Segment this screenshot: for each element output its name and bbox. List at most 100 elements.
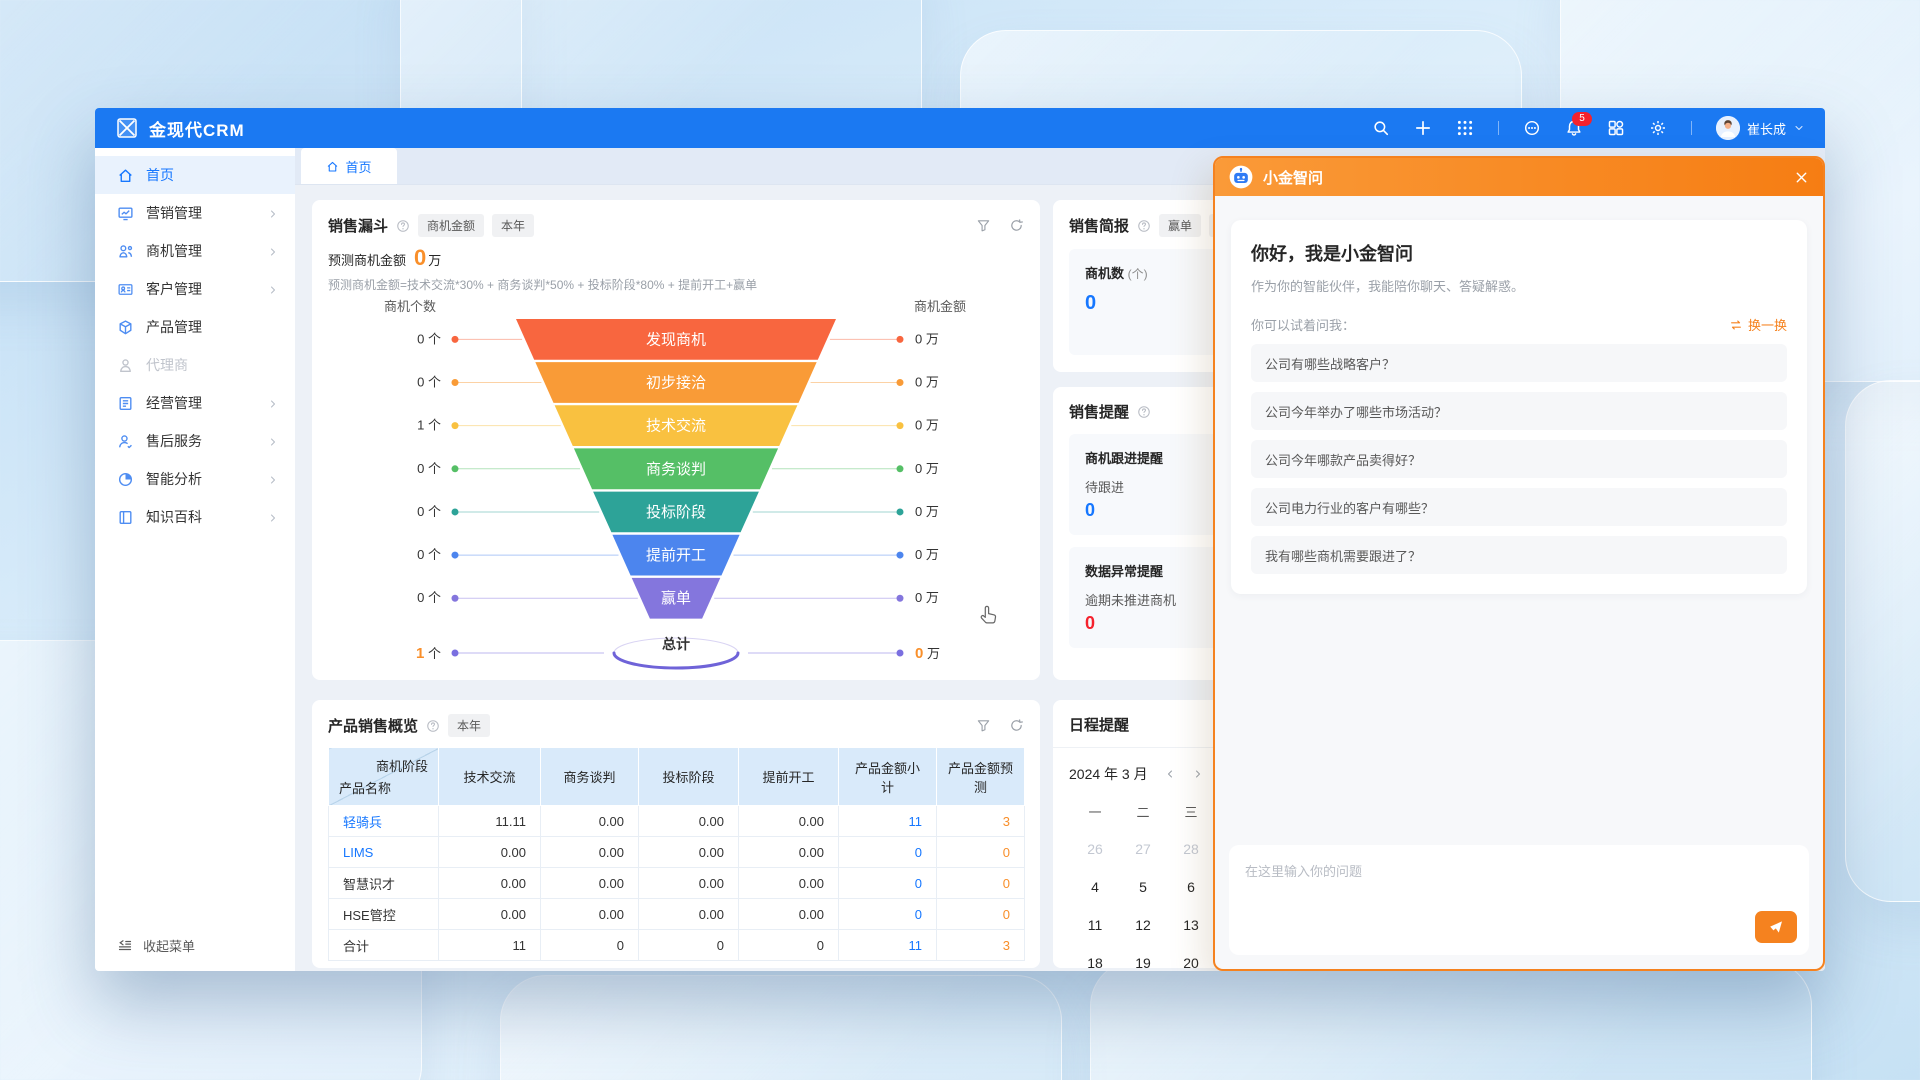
ai-panel-title: 小金智问 [1263,167,1323,188]
sidebar-item-marketing[interactable]: 营销管理 [95,194,295,232]
bell-icon[interactable]: 5 [1565,119,1583,137]
table-cell: 0 [839,837,937,868]
funnel-tags: 商机金额本年 [418,214,534,237]
opportunity-icon [117,243,134,260]
svg-text:1 个: 1 个 [416,645,441,662]
help-icon[interactable] [1137,405,1151,419]
filter-tag[interactable]: 本年 [448,714,490,737]
chat-input[interactable] [1243,859,1799,923]
calendar-day[interactable]: 6 [1167,868,1215,906]
calendar-day[interactable]: 20 [1167,944,1215,971]
calendar-day[interactable]: 13 [1167,906,1215,944]
table-cell: 0 [839,899,937,930]
close-icon[interactable] [1794,170,1809,185]
greeting-subtitle: 作为你的智能伙伴，我能陪你聊天、答疑解惑。 [1251,276,1787,295]
table-cell: 0 [937,868,1025,899]
forecast-label: 预测商机金额 [328,250,406,269]
table-cell: 0.00 [639,806,739,837]
calendar-day[interactable]: 19 [1119,944,1167,971]
gear-icon[interactable] [1649,119,1667,137]
table-cell: 0 [541,930,639,961]
send-button[interactable] [1755,911,1797,943]
calendar-day[interactable]: 4 [1071,868,1119,906]
calendar-day[interactable]: 18 [1071,944,1119,971]
calendar-prev-icon[interactable] [1164,768,1176,780]
sidebar-item-business[interactable]: 经营管理 [95,384,295,422]
filter-tag[interactable]: 赢单 [1159,214,1201,237]
forecast-formula: 预测商机金额=技术交流*30% + 商务谈判*50% + 投标阶段*80% + … [328,276,1024,293]
tab-home[interactable]: 首页 [301,148,397,184]
refresh-questions-button[interactable]: 换一换 [1729,315,1787,334]
sidebar-item-label: 代理商 [146,355,188,375]
card-title: 日程提醒 [1069,714,1129,735]
help-icon[interactable] [396,219,410,233]
filter-tag[interactable]: 商机金额 [418,214,484,237]
calendar-day[interactable]: 26 [1071,830,1119,868]
apps-icon[interactable] [1607,119,1625,137]
calendar-next-icon[interactable] [1192,768,1204,780]
suggested-question[interactable]: 我有哪些商机需要跟进了？ [1251,536,1787,574]
calendar-day[interactable]: 28 [1167,830,1215,868]
card-title: 销售简报 [1069,215,1129,236]
svg-text:初步接洽: 初步接洽 [646,375,706,392]
product-name: 智慧识才 [329,868,439,899]
help-icon[interactable] [426,719,440,733]
grid-icon[interactable] [1456,119,1474,137]
table-cell: 0.00 [541,899,639,930]
table-cell: 0.00 [439,837,541,868]
header-icon-row: 5 [1372,119,1692,137]
weekday-label: 一 [1071,792,1119,830]
user-menu[interactable]: 崔长成 [1716,116,1805,140]
message-icon[interactable] [1523,119,1541,137]
filter-tag[interactable]: 本年 [492,214,534,237]
collapse-menu-button[interactable]: 收起菜单 [117,936,195,955]
sidebar-item-product[interactable]: 产品管理 [95,308,295,346]
business-icon [117,395,134,412]
suggested-question[interactable]: 公司今年哪款产品卖得好？ [1251,440,1787,478]
chevron-right-icon [267,207,279,219]
plus-icon[interactable] [1414,119,1432,137]
refresh-icon[interactable] [1009,218,1024,233]
product-name[interactable]: 轻骑兵 [329,806,439,837]
product-table-wrap: 商机阶段产品名称技术交流商务谈判投标阶段提前开工产品金额小计产品金额预测轻骑兵1… [328,747,1024,961]
chevron-right-icon [267,283,279,295]
sidebar-item-label: 商机管理 [146,241,202,261]
prompt-label: 你可以试着问我： [1251,315,1355,334]
refresh-icon[interactable] [1009,718,1024,733]
app-header: 金现代CRM 5 崔长成 [95,108,1825,148]
filter-icon[interactable] [976,718,991,733]
suggested-question[interactable]: 公司有哪些战略客户？ [1251,344,1787,382]
sidebar-item-opportunity[interactable]: 商机管理 [95,232,295,270]
calendar-day[interactable]: 12 [1119,906,1167,944]
svg-text:0 万: 0 万 [915,418,939,433]
sidebar-item-analysis[interactable]: 智能分析 [95,460,295,498]
forecast-value: 0 [414,247,426,269]
product-name[interactable]: LIMS [329,837,439,868]
calendar-day[interactable]: 5 [1119,868,1167,906]
sidebar-item-knowledge[interactable]: 知识百科 [95,498,295,536]
help-icon[interactable] [1137,219,1151,233]
svg-text:商机金额: 商机金额 [914,299,966,314]
calendar-day[interactable]: 27 [1119,830,1167,868]
svg-text:总计: 总计 [662,636,690,652]
svg-text:0 万: 0 万 [915,645,940,662]
svg-text:0 个: 0 个 [417,375,441,390]
suggested-question-list: 公司有哪些战略客户？ 公司今年举办了哪些市场活动？ 公司今年哪款产品卖得好？ 公司电力… [1251,344,1787,574]
search-icon[interactable] [1372,119,1390,137]
calendar-day[interactable]: 11 [1071,906,1119,944]
suggested-question[interactable]: 公司今年举办了哪些市场活动？ [1251,392,1787,430]
suggested-question[interactable]: 公司电力行业的客户有哪些？ [1251,488,1787,526]
refresh-questions-label: 换一换 [1748,315,1787,334]
filter-icon[interactable] [976,218,991,233]
card-title: 销售漏斗 [328,215,388,236]
table-row: 智慧识才0.000.000.000.0000 [329,868,1025,899]
table-cell: 0.00 [739,837,839,868]
sidebar-item-home[interactable]: 首页 [95,156,295,194]
table-cell: 0.00 [639,837,739,868]
greeting-title: 你好，我是小金智问 [1251,240,1787,266]
svg-text:技术交流: 技术交流 [646,417,706,435]
svg-text:0 万: 0 万 [915,547,939,562]
home-icon [117,167,134,184]
sidebar-item-aftersales[interactable]: 售后服务 [95,422,295,460]
sidebar-item-customer[interactable]: 客户管理 [95,270,295,308]
